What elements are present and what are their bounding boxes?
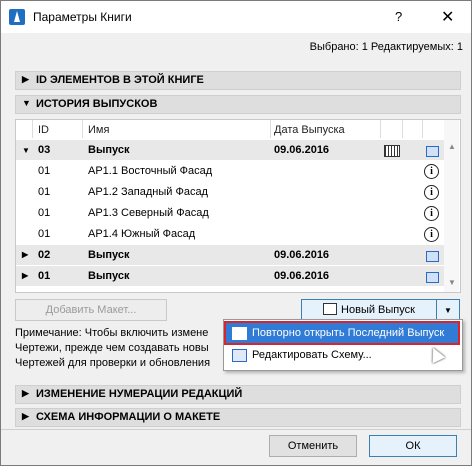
menu-item-edit-scheme[interactable]: Редактировать Схему... [226, 345, 458, 365]
new-release-label: Новый Выпуск [341, 304, 415, 316]
title-bar: Параметры Книги ? ✕ [1, 1, 471, 33]
section-scheme-label: СХЕМА ИНФОРМАЦИИ О МАКЕТЕ [36, 411, 221, 423]
section-ids-label: ID ЭЛЕМЕНТОВ В ЭТОЙ КНИГЕ [36, 74, 204, 86]
row-name: Выпуск [88, 249, 130, 261]
row-date: 09.06.2016 [274, 249, 330, 261]
document-icon[interactable] [426, 251, 439, 262]
document-icon[interactable] [426, 272, 439, 283]
add-layout-button[interactable]: Добавить Макет... [15, 299, 167, 321]
collapse-arrow-icon[interactable]: ▼ [22, 146, 30, 155]
chevron-down-icon: ▼ [444, 306, 452, 315]
section-history-label: ИСТОРИЯ ВЫПУСКОВ [36, 98, 158, 110]
window-title: Параметры Книги [33, 10, 132, 24]
table-row[interactable]: 01 AP1.1 Восточный Фасад i [16, 161, 444, 181]
table-row[interactable]: 01 AP1.3 Северный Фасад i [16, 203, 444, 223]
book-settings-dialog: Параметры Книги ? ✕ Выбрано: 1 Редактиру… [0, 0, 472, 466]
expand-arrow-icon[interactable]: ▶ [22, 271, 28, 280]
table-row[interactable]: ▼ 03 Выпуск 09.06.2016 [16, 140, 444, 160]
new-release-icon [323, 303, 338, 315]
menu-item-reopen-last-release[interactable]: Повторно открыть Последний Выпуск [224, 321, 460, 345]
expand-arrow-icon: ▶ [22, 411, 29, 421]
section-history[interactable]: ▼ ИСТОРИЯ ВЫПУСКОВ [15, 95, 461, 114]
scroll-down-icon[interactable]: ▼ [448, 278, 456, 287]
selection-info: Выбрано: 1 Редактируемых: 1 [309, 41, 463, 53]
scroll-up-icon[interactable]: ▲ [448, 142, 456, 151]
column-divider [402, 120, 403, 138]
row-id: 03 [38, 144, 51, 156]
row-id: 01 [38, 270, 51, 282]
row-name: AP1.1 Восточный Фасад [88, 165, 213, 177]
document-icon[interactable] [426, 146, 439, 157]
new-release-menu: Повторно открыть Последний Выпуск Редакт… [223, 319, 463, 371]
row-name: AP1.2 Западный Фасад [88, 186, 208, 198]
section-ids[interactable]: ▶ ID ЭЛЕМЕНТОВ В ЭТОЙ КНИГЕ [15, 71, 461, 90]
row-name: AP1.4 Южный Фасад [88, 228, 196, 240]
row-date: 09.06.2016 [274, 144, 330, 156]
row-id: 01 [38, 186, 51, 198]
footer-divider [1, 429, 471, 430]
section-scheme[interactable]: ▶ СХЕМА ИНФОРМАЦИИ О МАКЕТЕ [15, 408, 461, 427]
column-divider [270, 120, 271, 138]
close-button[interactable]: ✕ [441, 7, 454, 27]
table-row[interactable]: 01 AP1.2 Западный Фасад i [16, 182, 444, 202]
expand-arrow-icon: ▶ [22, 74, 29, 84]
table-row[interactable]: 01 AP1.4 Южный Фасад i [16, 224, 444, 244]
table-row[interactable]: ▶ 02 Выпуск 09.06.2016 [16, 245, 444, 265]
info-icon[interactable]: i [424, 185, 439, 200]
new-release-dropdown-button[interactable]: ▼ [436, 299, 460, 321]
note-line: Чертежей для проверки и обновления [15, 357, 211, 369]
release-history-table: ID Имя Дата Выпуска ▼ 03 Выпуск 09.06.20… [15, 119, 461, 293]
help-button[interactable]: ? [395, 9, 402, 24]
expand-arrow-icon: ▶ [22, 388, 29, 398]
collapse-arrow-icon: ▼ [22, 98, 31, 108]
row-id: 01 [38, 165, 51, 177]
ok-button[interactable]: ОК [369, 435, 457, 457]
row-id: 01 [38, 207, 51, 219]
cancel-button[interactable]: Отменить [269, 435, 357, 457]
row-id: 01 [38, 228, 51, 240]
scheme-icon [232, 349, 247, 362]
column-divider [32, 120, 33, 138]
column-header-date[interactable]: Дата Выпуска [274, 124, 345, 136]
info-icon[interactable]: i [424, 206, 439, 221]
menu-item-label: Повторно открыть Последний Выпуск [252, 327, 445, 339]
new-release-button[interactable]: Новый Выпуск [301, 299, 437, 321]
note-line: Примечание: Чтобы включить измене [15, 327, 209, 339]
row-id: 02 [38, 249, 51, 261]
row-name: Выпуск [88, 270, 130, 282]
section-renumber-label: ИЗМЕНЕНИЕ НУМЕРАЦИИ РЕДАКЦИЙ [36, 388, 243, 400]
archicad-logo-icon [9, 9, 25, 25]
info-icon[interactable]: i [424, 164, 439, 179]
row-name: AP1.3 Северный Фасад [88, 207, 209, 219]
note-text: Примечание: Чтобы включить измене Чертеж… [15, 326, 225, 371]
expand-arrow-icon[interactable]: ▶ [22, 250, 28, 259]
book-icon [384, 145, 400, 157]
scrollbar[interactable]: ▲ ▼ [444, 120, 459, 292]
info-icon[interactable]: i [424, 227, 439, 242]
release-icon [232, 327, 247, 340]
row-name: Выпуск [88, 144, 130, 156]
column-header-name[interactable]: Имя [88, 124, 109, 136]
row-date: 09.06.2016 [274, 270, 330, 282]
column-divider [82, 120, 83, 138]
menu-item-label: Редактировать Схему... [252, 349, 372, 361]
section-renumber[interactable]: ▶ ИЗМЕНЕНИЕ НУМЕРАЦИИ РЕДАКЦИЙ [15, 385, 461, 404]
column-divider [380, 120, 381, 138]
table-row[interactable]: ▶ 01 Выпуск 09.06.2016 [16, 266, 444, 286]
column-divider [422, 120, 423, 138]
note-line: Чертежи, прежде чем создавать новы [15, 342, 209, 354]
column-header-id[interactable]: ID [38, 124, 49, 136]
